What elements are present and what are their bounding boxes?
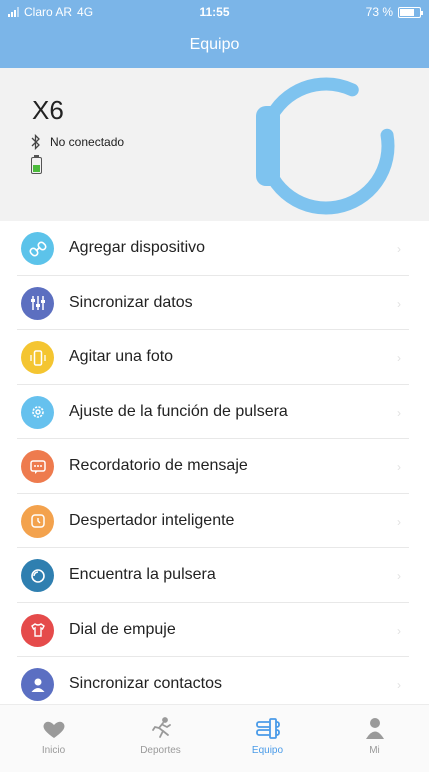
alarm-icon (21, 504, 54, 538)
menu-item-label: Sincronizar contactos (69, 675, 222, 692)
menu-item-label: Recordatorio de mensaje (69, 457, 248, 474)
phone-shake-icon (21, 341, 54, 374)
shirt-icon (21, 613, 54, 647)
menu-item-label: Dial de empuje (69, 620, 176, 638)
chevron-right-icon: › (397, 569, 401, 583)
menu-item-label: Sincronizar datos (69, 293, 193, 311)
tab-mi[interactable]: Mi (321, 705, 428, 772)
menu-item-link[interactable]: Agregar dispositivo › (0, 221, 429, 276)
chevron-right-icon: › (397, 460, 401, 474)
tab-label: Equipo (251, 745, 284, 756)
battery-icon (398, 6, 423, 18)
page-title: Equipo (189, 36, 240, 53)
device-name: X6 (32, 95, 64, 125)
device-battery-icon (31, 155, 42, 174)
find-band-icon (21, 559, 54, 592)
runner-icon (152, 717, 171, 738)
person-icon (366, 718, 384, 739)
menu-item-shirt[interactable]: Dial de empuje › (0, 603, 429, 657)
chevron-right-icon: › (397, 678, 401, 692)
sliders-icon (21, 286, 54, 320)
tab-equipo[interactable]: Equipo (214, 705, 321, 772)
gear-icon (21, 395, 54, 429)
bluetooth-icon (31, 134, 40, 150)
link-icon (21, 232, 54, 265)
connection-status: No conectado (30, 134, 124, 150)
menu-item-alarm[interactable]: Despertador inteligente › (0, 494, 429, 548)
tab-deportes[interactable]: Deportes (107, 705, 214, 772)
menu-item-label: Encuentra la pulsera (69, 566, 216, 583)
band-icon (256, 718, 280, 739)
device-card[interactable]: X6 No conectado (0, 68, 429, 221)
menu-item-label: Agitar una foto (69, 348, 174, 365)
settings-menu: Agregar dispositivo › Sincronizar datos › Ag… (0, 221, 429, 712)
contact-icon (21, 668, 54, 701)
band-image (256, 77, 395, 215)
message-icon (21, 450, 54, 483)
chevron-right-icon: › (397, 405, 401, 420)
chevron-right-icon: › (397, 623, 401, 638)
menu-item-label: Despertador inteligente (69, 511, 235, 529)
tab-label: Deportes (140, 745, 181, 756)
menu-item-label: Ajuste de la función de pulsera (69, 402, 288, 420)
connection-label: No conectado (50, 135, 125, 149)
menu-item-label: Agregar dispositivo (69, 239, 206, 256)
battery-percent: 73 % (365, 5, 393, 19)
heart-icon (43, 721, 65, 738)
tab-inicio[interactable]: Inicio (0, 705, 107, 772)
clock: 11:55 (199, 5, 230, 19)
nav-header: Claro AR 4G 11:55 73 % Equipo (0, 0, 429, 68)
chevron-right-icon: › (397, 242, 401, 256)
tab-bar: Inicio Deportes Equipo Mi (0, 704, 429, 772)
menu-item-message[interactable]: Recordatorio de mensaje › (0, 439, 429, 494)
menu-item-find-band[interactable]: Encuentra la pulsera › (0, 548, 429, 603)
chevron-right-icon: › (397, 351, 401, 365)
tab-label: Mi (369, 745, 380, 756)
menu-item-gear[interactable]: Ajuste de la función de pulsera › (0, 385, 429, 439)
menu-item-phone-shake[interactable]: Agitar una foto › (0, 330, 429, 385)
status-bar: Claro AR 4G 11:55 73 % (0, 0, 429, 24)
tab-label: Inicio (41, 745, 66, 756)
chevron-right-icon: › (397, 296, 401, 311)
chevron-right-icon: › (397, 514, 401, 529)
menu-item-sliders[interactable]: Sincronizar datos › (0, 276, 429, 330)
